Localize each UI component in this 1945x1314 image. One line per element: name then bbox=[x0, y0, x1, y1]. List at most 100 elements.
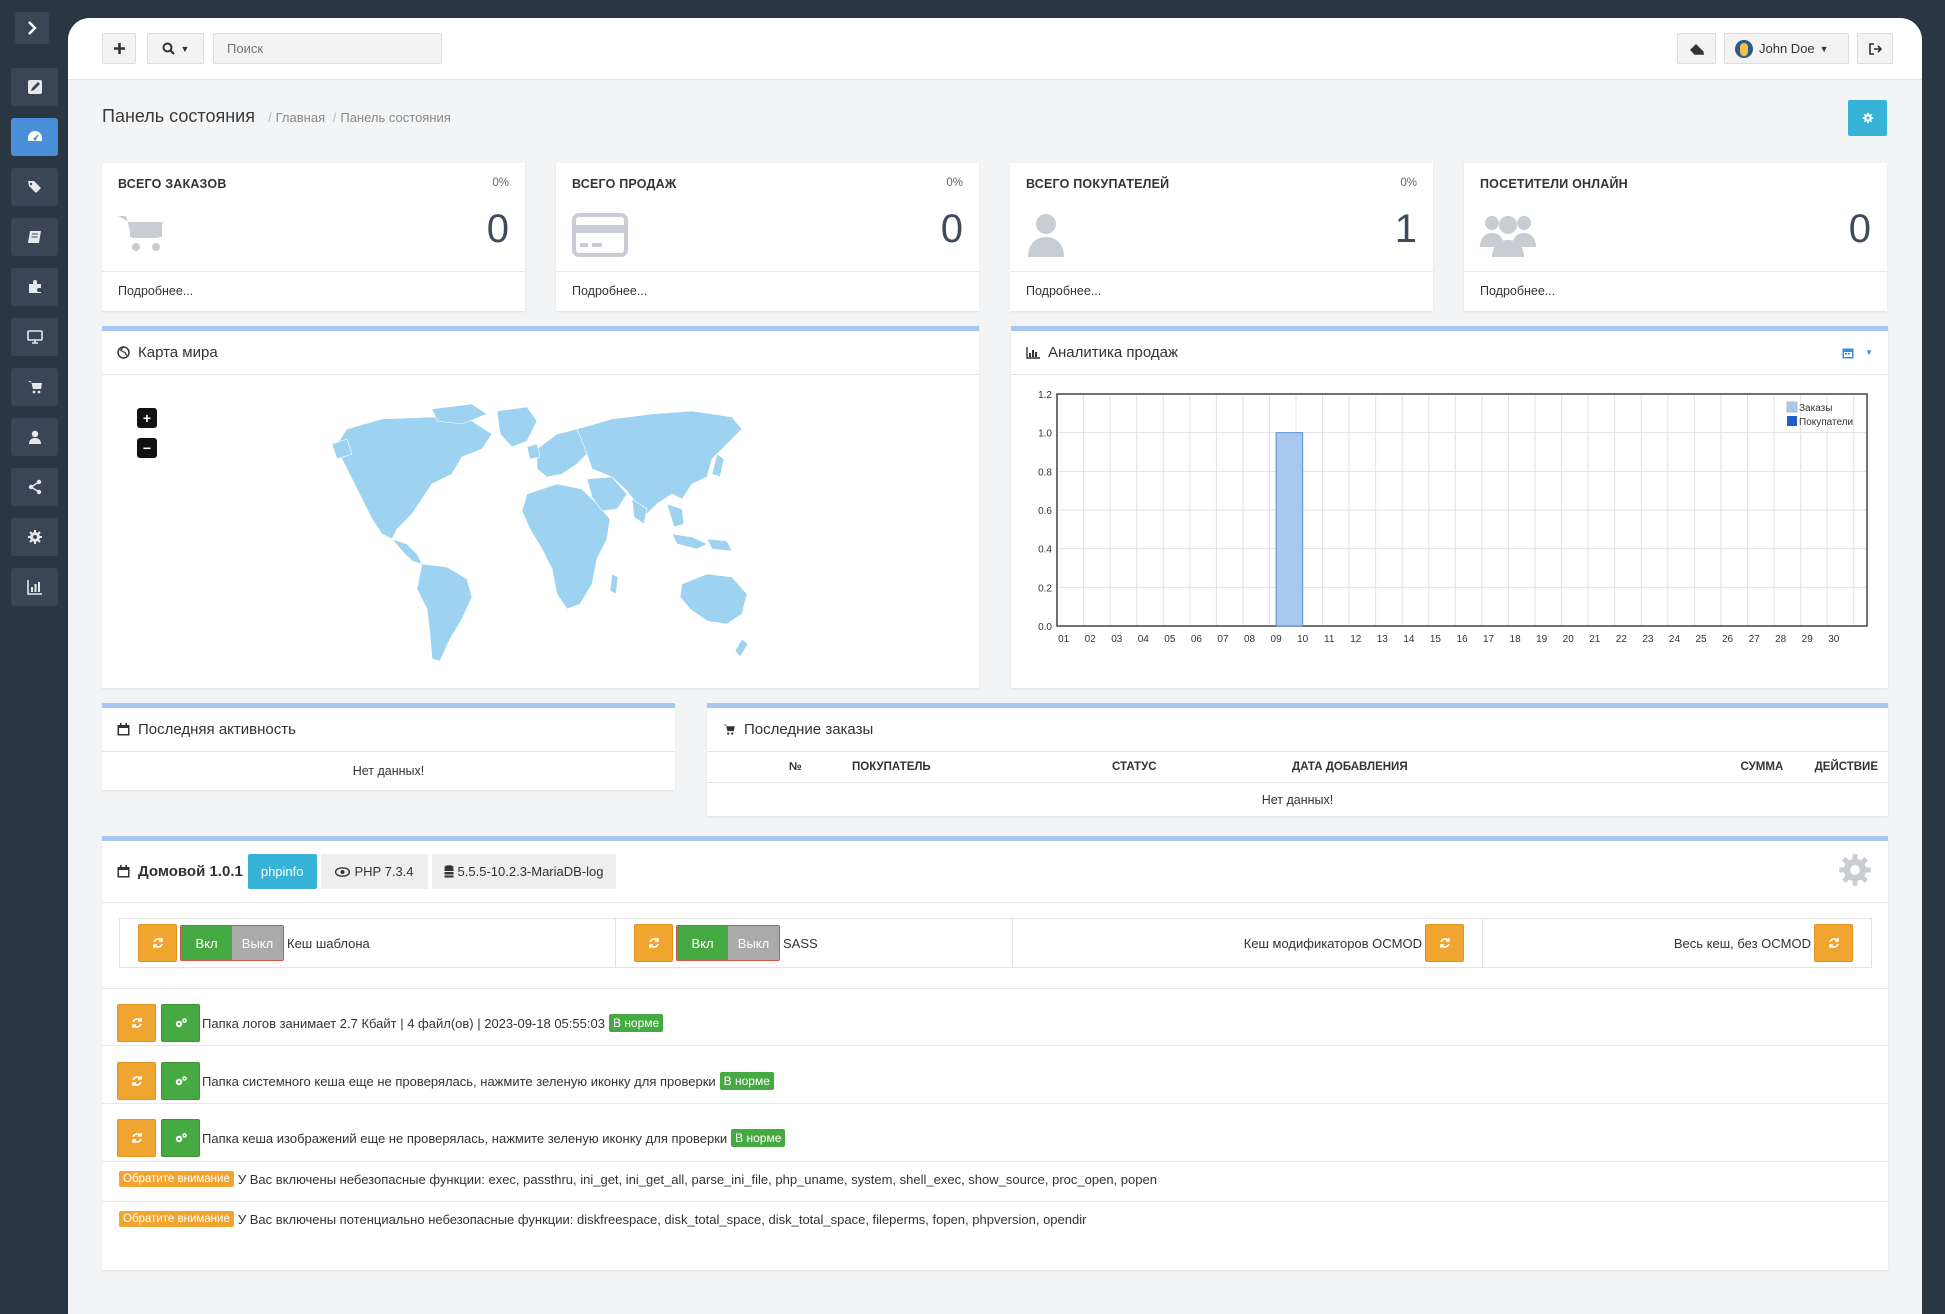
panel-title: Последние заказы bbox=[744, 721, 874, 738]
x-tick-label: 29 bbox=[1802, 634, 1814, 645]
panel-heading: Домовой 1.0.1 phpinfo PHP 7.3.4 5.5.5-10… bbox=[102, 841, 1888, 903]
refresh-sass-button[interactable] bbox=[634, 924, 673, 962]
cache-controls: Вкл Выкл Кеш шаблона Вкл Выкл SASS Кеш м… bbox=[119, 918, 1872, 968]
cart-icon bbox=[723, 724, 735, 735]
zoom-in-button[interactable]: + bbox=[137, 408, 157, 428]
potentially-unsafe-functions-text: У Вас включены потенциально небезопасные… bbox=[237, 1211, 1087, 1227]
logout-button[interactable] bbox=[1857, 33, 1893, 64]
calendar-icon bbox=[117, 865, 130, 878]
breadcrumb-home[interactable]: Главная bbox=[276, 110, 325, 125]
page-title: Панель состояния bbox=[102, 106, 255, 126]
check-system-cache-button[interactable] bbox=[161, 1062, 200, 1100]
calendar-icon bbox=[117, 723, 130, 736]
sidebar-item-content[interactable] bbox=[11, 218, 58, 256]
check-logs-button[interactable] bbox=[161, 1004, 200, 1042]
stat-percent: 0% bbox=[1400, 177, 1417, 189]
potentially-unsafe-functions-row: Обратите внимание У Вас включены потенци… bbox=[119, 1211, 1086, 1227]
sidebar-item-sales[interactable] bbox=[11, 368, 58, 406]
y-tick-label: 0.8 bbox=[1038, 467, 1052, 478]
sidebar-toggle-button[interactable] bbox=[15, 12, 49, 44]
x-tick-label: 02 bbox=[1085, 634, 1097, 645]
column-header-total[interactable]: СУММА bbox=[1722, 752, 1794, 783]
gear-icon[interactable] bbox=[1837, 852, 1873, 891]
stat-more-link[interactable]: Подробнее... bbox=[102, 271, 525, 311]
attention-badge: Обратите внимание bbox=[119, 1171, 234, 1187]
stat-more-link[interactable]: Подробнее... bbox=[1464, 271, 1887, 311]
stat-title: ПОСЕТИТЕЛИ ОНЛАЙН bbox=[1480, 177, 1628, 191]
toggle-on[interactable]: Вкл bbox=[181, 926, 232, 960]
check-image-cache-button[interactable] bbox=[161, 1119, 200, 1157]
sidebar-item-settings[interactable] bbox=[11, 518, 58, 556]
add-button[interactable] bbox=[102, 33, 136, 64]
toggle-on[interactable]: Вкл bbox=[677, 926, 728, 960]
phpinfo-button[interactable]: phpinfo bbox=[247, 854, 317, 889]
x-tick-label: 07 bbox=[1217, 634, 1229, 645]
x-tick-label: 05 bbox=[1164, 634, 1176, 645]
toggle-off[interactable]: Выкл bbox=[232, 926, 283, 960]
column-header-customer[interactable]: ПОКУПАТЕЛЬ bbox=[842, 752, 1102, 783]
zoom-out-button[interactable]: − bbox=[137, 438, 157, 458]
book-icon bbox=[27, 231, 41, 243]
table-row: Нет данных! bbox=[707, 783, 1888, 818]
orders-table: № ПОКУПАТЕЛЬ СТАТУС ДАТА ДОБАВЛЕНИЯ СУММ… bbox=[707, 752, 1888, 817]
sidebar-item-customers[interactable] bbox=[11, 418, 58, 456]
column-header-action: ДЕЙСТВИЕ bbox=[1793, 752, 1888, 783]
y-tick-label: 1.2 bbox=[1038, 390, 1052, 401]
refresh-logs-button[interactable] bbox=[117, 1004, 156, 1042]
sales-analytics-panel: Аналитика продаж ▼ 0.0 0.2 0.4 0.6 0.8 1.0 1.2… bbox=[1011, 326, 1888, 688]
refresh-template-cache-button[interactable] bbox=[138, 924, 177, 962]
world-map-panel: Карта мира + − bbox=[102, 326, 979, 688]
sass-label: SASS bbox=[783, 935, 818, 951]
stat-more-link[interactable]: Подробнее... bbox=[1010, 271, 1433, 311]
clear-cache-button[interactable] bbox=[1677, 33, 1716, 64]
stat-more-link[interactable]: Подробнее... bbox=[556, 271, 979, 311]
refresh-system-cache-button[interactable] bbox=[117, 1062, 156, 1100]
image-cache-info-text: Папка кеша изображений еще не проверялас… bbox=[202, 1130, 728, 1146]
sidebar-item-reports[interactable] bbox=[11, 568, 58, 606]
sidebar bbox=[0, 0, 68, 1314]
user-menu[interactable]: John Doe ▼ bbox=[1724, 33, 1849, 64]
credit-card-icon bbox=[572, 213, 628, 260]
refresh-image-cache-button[interactable] bbox=[117, 1119, 156, 1157]
x-tick-label: 01 bbox=[1058, 634, 1070, 645]
column-header-number[interactable]: № bbox=[707, 752, 842, 783]
sass-toggle[interactable]: Вкл Выкл bbox=[676, 925, 780, 961]
gear-icon bbox=[27, 530, 42, 544]
column-header-date[interactable]: ДАТА ДОБАВЛЕНИЯ bbox=[1282, 752, 1722, 783]
refresh-all-cache-button[interactable] bbox=[1814, 924, 1853, 962]
sidebar-item-design[interactable] bbox=[11, 318, 58, 356]
sidebar-item-catalog[interactable] bbox=[11, 168, 58, 206]
ocmod-cache-cell: Кеш модификаторов OCMOD bbox=[1013, 919, 1483, 967]
x-tick-label: 24 bbox=[1669, 634, 1681, 645]
template-cache-label: Кеш шаблона bbox=[287, 935, 370, 951]
x-tick-label: 09 bbox=[1271, 634, 1283, 645]
activity-panel: Последняя активность Нет данных! bbox=[102, 703, 675, 790]
y-tick-label: 0.2 bbox=[1038, 583, 1052, 594]
breadcrumb: / Главная / Панель состояния bbox=[268, 110, 451, 125]
db-version-badge: 5.5.5-10.2.3-MariaDB-log bbox=[431, 854, 616, 889]
logs-info-text: Папка логов занимает 2.7 Кбайт | 4 файл(… bbox=[202, 1015, 605, 1031]
domovoy-panel: Домовой 1.0.1 phpinfo PHP 7.3.4 5.5.5-10… bbox=[102, 836, 1888, 1270]
bar-chart-icon bbox=[26, 580, 42, 595]
settings-button[interactable] bbox=[1848, 100, 1887, 136]
sidebar-item-extensions[interactable] bbox=[11, 268, 58, 306]
calendar-dropdown-button[interactable]: ▼ bbox=[1842, 347, 1873, 359]
search-input[interactable] bbox=[213, 33, 442, 64]
world-map[interactable] bbox=[312, 399, 752, 669]
plus-icon bbox=[113, 43, 125, 54]
x-tick-label: 30 bbox=[1828, 634, 1840, 645]
x-tick-label: 11 bbox=[1324, 634, 1335, 645]
breadcrumb-current[interactable]: Панель состояния bbox=[340, 110, 450, 125]
refresh-ocmod-cache-button[interactable] bbox=[1425, 924, 1464, 962]
user-icon bbox=[28, 430, 41, 444]
sidebar-item-dashboard[interactable] bbox=[11, 118, 58, 156]
template-cache-toggle[interactable]: Вкл Выкл bbox=[180, 925, 284, 961]
x-tick-label: 14 bbox=[1403, 634, 1415, 645]
toggle-off[interactable]: Выкл bbox=[728, 926, 779, 960]
sidebar-item-edit[interactable] bbox=[11, 68, 58, 106]
column-header-status[interactable]: СТАТУС bbox=[1102, 752, 1282, 783]
sidebar-item-marketing[interactable] bbox=[11, 468, 58, 506]
search-dropdown-button[interactable]: ▼ bbox=[147, 33, 204, 64]
x-tick-label: 04 bbox=[1138, 634, 1150, 645]
x-tick-label: 27 bbox=[1749, 634, 1761, 645]
